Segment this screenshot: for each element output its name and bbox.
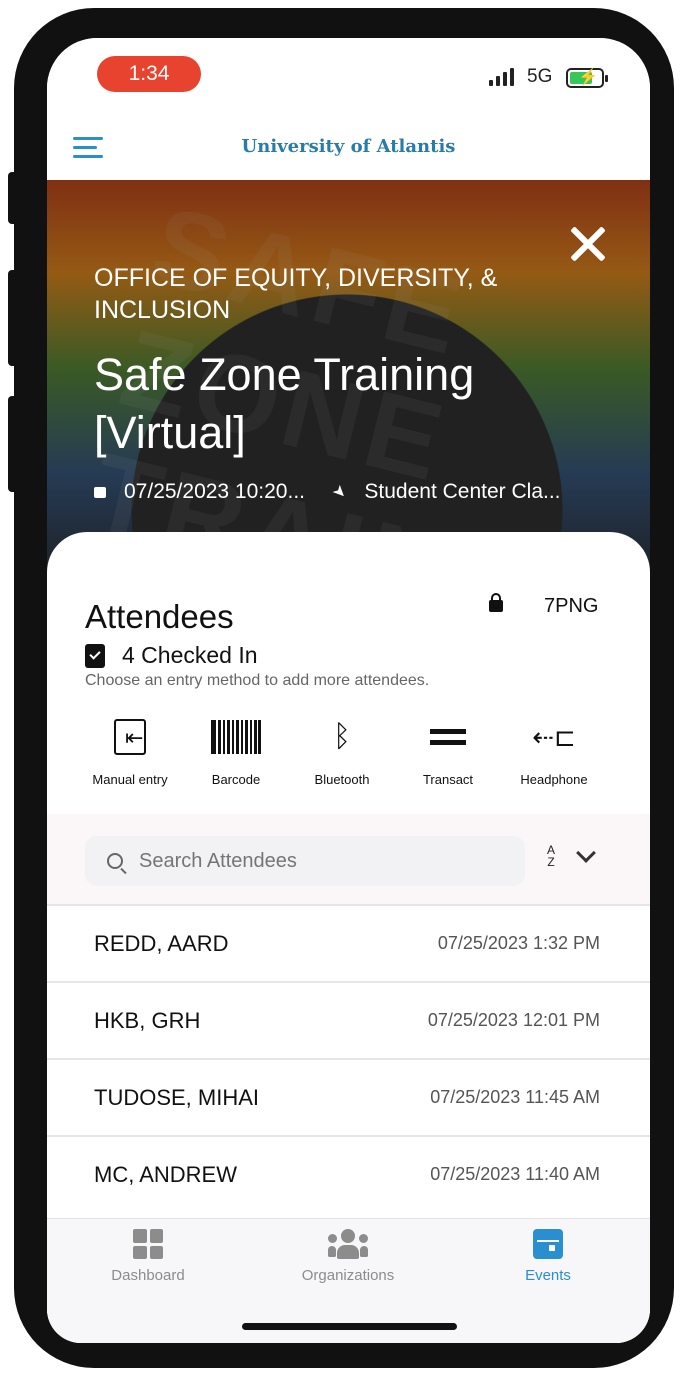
events-icon	[533, 1229, 563, 1259]
headphone-button[interactable]: ⇠⊏ Headphone	[501, 712, 607, 802]
attendee-row[interactable]: MC, ANDREW 07/25/2023 11:40 AM	[47, 1135, 650, 1212]
attendee-row[interactable]: REDD, AARD 07/25/2023 1:32 PM	[47, 904, 650, 981]
headphone-icon: ⇠⊏	[532, 721, 576, 752]
home-indicator	[242, 1323, 457, 1330]
transact-button[interactable]: Transact	[395, 712, 501, 802]
checked-in-count: 4 Checked In	[85, 642, 258, 669]
battery-icon: ⚡	[566, 68, 608, 88]
tab-label: Dashboard	[111, 1267, 185, 1284]
lock-icon	[489, 593, 503, 612]
event-organization: OFFICE OF EQUITY, DIVERSITY, & INCLUSION	[94, 264, 498, 324]
search-input[interactable]	[139, 849, 499, 873]
tab-label: Organizations	[301, 1267, 395, 1284]
side-button	[8, 270, 18, 366]
barcode-icon	[211, 720, 261, 754]
status-bar: 1:34 5G ⚡	[47, 38, 650, 118]
clipboard-check-icon	[85, 643, 105, 668]
event-datetime: 07/25/2023 10:20...	[124, 480, 305, 503]
bluetooth-button[interactable]: ᛒ Bluetooth	[289, 712, 395, 802]
screen: 1:34 5G ⚡ University of Atlantis SAFE ZO…	[47, 38, 650, 1343]
attendee-list: REDD, AARD 07/25/2023 1:32 PM HKB, GRH 0…	[47, 904, 650, 1212]
event-code: 7PNG	[544, 595, 599, 617]
event-meta: 07/25/2023 10:20... ➤ Student Center Cla…	[94, 480, 634, 504]
attendee-name: TUDOSE, MIHAI	[94, 1084, 260, 1110]
event-location: Student Center Cla...	[364, 480, 561, 503]
search-band: AZ	[47, 814, 650, 904]
attendee-name: REDD, AARD	[94, 930, 229, 956]
attendees-title: Attendees	[85, 598, 234, 635]
brand-logo: University of Atlantis	[241, 136, 456, 157]
barcode-button[interactable]: Barcode	[183, 712, 289, 802]
app-header: University of Atlantis	[47, 118, 650, 180]
attendee-row[interactable]: TUDOSE, MIHAI 07/25/2023 11:45 AM	[47, 1058, 650, 1135]
tab-dashboard[interactable]: Dashboard	[68, 1229, 228, 1284]
close-icon[interactable]	[568, 224, 608, 264]
attendee-time: 07/25/2023 1:32 PM	[437, 933, 600, 953]
attendee-time: 07/25/2023 11:45 AM	[430, 1087, 600, 1107]
method-label: Barcode	[211, 772, 261, 787]
transact-icon	[430, 729, 466, 745]
attendee-time: 07/25/2023 11:40 AM	[430, 1164, 600, 1184]
tab-events[interactable]: Events	[468, 1229, 628, 1284]
side-button	[8, 396, 18, 492]
organizations-icon	[328, 1229, 368, 1259]
attendee-name: MC, ANDREW	[94, 1161, 237, 1187]
event-title: Safe Zone Training [Virtual]	[94, 349, 475, 458]
manual-entry-button[interactable]: Manual entry	[77, 712, 183, 802]
method-label: Headphone	[520, 772, 588, 787]
network-label: 5G	[527, 66, 553, 87]
checked-in-label: 4 Checked In	[122, 642, 258, 668]
location-arrow-icon: ➤	[328, 481, 351, 504]
method-label: Manual entry	[92, 772, 168, 787]
search-field[interactable]	[85, 836, 525, 886]
chevron-down-icon[interactable]	[576, 843, 596, 863]
entry-hint: Choose an entry method to add more atten…	[85, 672, 430, 689]
sort-az-icon[interactable]: AZ	[547, 844, 555, 868]
bluetooth-icon: ᛒ	[333, 720, 351, 753]
entry-methods: Manual entry Barcode ᛒ Bluetooth Transac…	[77, 712, 627, 802]
method-label: Bluetooth	[314, 772, 370, 787]
attendee-time: 07/25/2023 12:01 PM	[427, 1010, 600, 1030]
tab-label: Events	[525, 1267, 571, 1284]
search-icon	[107, 853, 123, 869]
calendar-icon	[94, 486, 106, 498]
manual-entry-icon	[114, 719, 146, 755]
attendee-name: HKB, GRH	[94, 1007, 201, 1033]
status-time: 1:34	[97, 56, 201, 92]
signal-icon	[489, 68, 514, 86]
side-button	[8, 172, 18, 224]
dashboard-icon	[133, 1229, 163, 1259]
tab-organizations[interactable]: Organizations	[268, 1229, 428, 1284]
attendee-row[interactable]: HKB, GRH 07/25/2023 12:01 PM	[47, 981, 650, 1058]
method-label: Transact	[422, 772, 474, 787]
